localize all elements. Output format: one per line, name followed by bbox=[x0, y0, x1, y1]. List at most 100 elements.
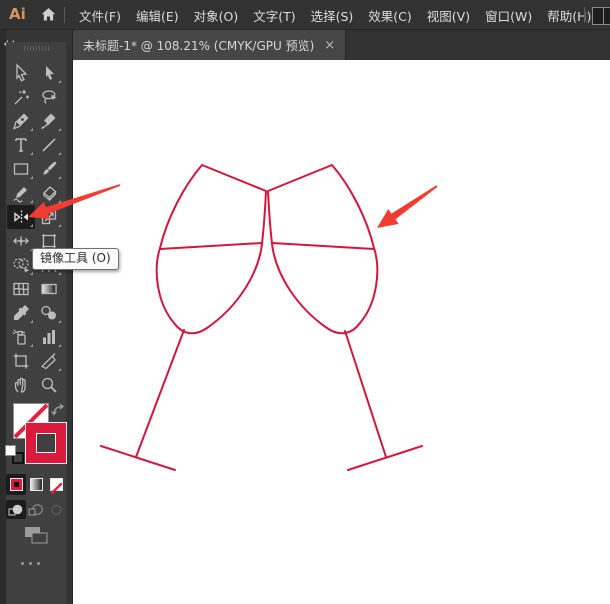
pen-icon bbox=[13, 113, 29, 130]
color-button[interactable] bbox=[6, 474, 26, 495]
menu-type[interactable]: 文字(T) bbox=[251, 6, 297, 25]
default-fill-stroke-icon[interactable] bbox=[5, 445, 24, 464]
left-glass-wine-line[interactable] bbox=[159, 242, 263, 250]
width-tool[interactable] bbox=[7, 229, 35, 253]
right-glass-wine-line[interactable] bbox=[271, 242, 375, 250]
none-button[interactable] bbox=[46, 474, 66, 495]
reflect-tool[interactable] bbox=[7, 205, 35, 229]
hand-icon bbox=[14, 377, 26, 393]
gradient-icon bbox=[41, 283, 57, 295]
curvature-tool[interactable] bbox=[35, 109, 63, 133]
eraser-icon bbox=[43, 186, 57, 202]
slice-icon bbox=[40, 353, 56, 370]
line-segment-tool[interactable] bbox=[35, 133, 63, 157]
menu-object[interactable]: 对象(O) bbox=[192, 6, 241, 25]
scale-icon bbox=[41, 209, 57, 225]
shaper-tool[interactable] bbox=[7, 181, 35, 205]
reflect-icon bbox=[14, 210, 28, 224]
blend-tool[interactable] bbox=[35, 301, 63, 325]
zoom-tool[interactable] bbox=[35, 373, 63, 397]
color-chip bbox=[9, 478, 23, 491]
swap-fill-stroke-icon[interactable] bbox=[51, 402, 66, 421]
selection-tool[interactable] bbox=[7, 61, 35, 85]
toolbar-panel bbox=[5, 42, 67, 604]
rectangle-tool[interactable] bbox=[7, 157, 35, 181]
selection-icon bbox=[16, 63, 28, 82]
left-glass-stem[interactable] bbox=[135, 329, 185, 458]
zoom-icon bbox=[41, 377, 57, 393]
draw-mode-row bbox=[6, 500, 66, 519]
column-graph-tool[interactable] bbox=[35, 325, 63, 349]
menu-edit[interactable]: 编辑(E) bbox=[134, 6, 181, 25]
workspace-switcher-icon[interactable] bbox=[592, 7, 610, 25]
width-icon bbox=[13, 236, 29, 246]
menu-select[interactable]: 选择(S) bbox=[309, 6, 356, 25]
eyedropper-icon bbox=[14, 305, 29, 320]
menu-window[interactable]: 窗口(W) bbox=[483, 6, 534, 25]
stroke-hole bbox=[36, 433, 56, 453]
stroke-color-swatch[interactable] bbox=[25, 422, 67, 464]
panel-drag-grip[interactable] bbox=[24, 46, 49, 51]
slice-tool[interactable] bbox=[35, 349, 63, 373]
eraser-tool[interactable] bbox=[35, 181, 63, 205]
eyedropper-tool[interactable] bbox=[7, 301, 35, 325]
none-chip bbox=[49, 478, 63, 495]
paintbrush-tool[interactable] bbox=[35, 157, 63, 181]
mesh-icon bbox=[13, 282, 29, 296]
rectangle-icon bbox=[13, 163, 29, 175]
paint-style-row bbox=[6, 474, 66, 495]
menu-view[interactable]: 视图(V) bbox=[425, 6, 472, 25]
tool-grid bbox=[7, 61, 63, 397]
draw-behind-button[interactable] bbox=[26, 500, 46, 519]
lasso-icon bbox=[42, 90, 57, 104]
home-icon[interactable] bbox=[40, 6, 57, 27]
document-tab[interactable]: 未标题-1* @ 108.21% (CMYK/GPU 预览) × bbox=[73, 30, 347, 60]
menubar-separator bbox=[584, 7, 585, 23]
edit-toolbar-button[interactable] bbox=[21, 562, 40, 565]
change-screen-mode-button[interactable] bbox=[24, 526, 50, 550]
menubar: Ai 文件(F) 编辑(E) 对象(O) 文字(T) 选择(S) 效果(C) 视… bbox=[0, 0, 610, 30]
blend-icon bbox=[41, 305, 56, 320]
mesh-tool[interactable] bbox=[7, 277, 35, 301]
menu-list: 文件(F) 编辑(E) 对象(O) 文字(T) 选择(S) 效果(C) 视图(V… bbox=[77, 0, 593, 30]
artboard-canvas[interactable] bbox=[73, 60, 610, 604]
direct-selection-tool[interactable] bbox=[35, 61, 63, 85]
document-tab-title: 未标题-1* @ 108.21% (CMYK/GPU 预览) bbox=[83, 38, 315, 53]
magic-wand-icon bbox=[14, 90, 29, 105]
reflect-tool-tooltip: 镜像工具 (O) bbox=[32, 248, 119, 270]
pen-tool[interactable] bbox=[7, 109, 35, 133]
right-glass-stem[interactable] bbox=[344, 330, 387, 458]
type-icon bbox=[15, 138, 27, 152]
scale-tool[interactable] bbox=[35, 205, 63, 229]
right-glass-base[interactable] bbox=[347, 445, 423, 471]
menubar-separator bbox=[64, 7, 65, 23]
illustrator-window: Ai 文件(F) 编辑(E) 对象(O) 文字(T) 选择(S) 效果(C) 视… bbox=[0, 0, 610, 604]
wine-glasses-artwork bbox=[100, 164, 423, 471]
curvature-icon bbox=[41, 113, 56, 130]
draw-normal-button[interactable] bbox=[6, 500, 26, 519]
line-segment-icon bbox=[42, 138, 56, 152]
tools-dock bbox=[0, 30, 73, 604]
type-tool[interactable] bbox=[7, 133, 35, 157]
hand-tool[interactable] bbox=[7, 373, 35, 397]
draw-inside-button[interactable] bbox=[46, 500, 66, 519]
tab-close-icon[interactable]: × bbox=[324, 39, 335, 52]
column-graph-icon bbox=[43, 330, 55, 344]
tab-bar: 未标题-1* @ 108.21% (CMYK/GPU 预览) × bbox=[73, 30, 610, 60]
lasso-tool[interactable] bbox=[35, 85, 63, 109]
gradient-tool[interactable] bbox=[35, 277, 63, 301]
shape-builder-icon bbox=[13, 258, 29, 273]
shape-builder-tool[interactable] bbox=[7, 253, 35, 277]
illustrator-logo: Ai bbox=[9, 5, 26, 23]
menu-help[interactable]: 帮助(H) bbox=[545, 6, 593, 25]
menu-effect[interactable]: 效果(C) bbox=[366, 6, 413, 25]
symbol-sprayer-icon bbox=[12, 329, 26, 345]
magic-wand-tool[interactable] bbox=[7, 85, 35, 109]
gradient-button[interactable] bbox=[26, 474, 46, 495]
symbol-sprayer-tool[interactable] bbox=[7, 325, 35, 349]
artboard-tool[interactable] bbox=[7, 349, 35, 373]
shaper-icon bbox=[13, 187, 27, 203]
gradient-chip bbox=[29, 478, 43, 491]
direct-selection-icon bbox=[46, 66, 54, 80]
menu-file[interactable]: 文件(F) bbox=[77, 6, 123, 25]
